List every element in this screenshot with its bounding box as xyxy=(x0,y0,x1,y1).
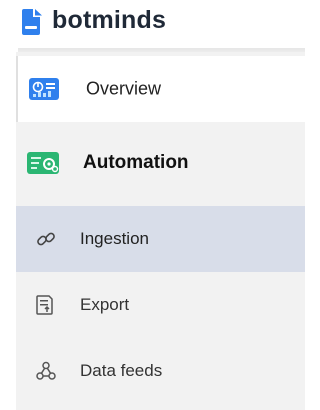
sidebar-item-label: Overview xyxy=(86,78,162,99)
sidebar-item-label: Ingestion xyxy=(80,229,149,248)
data-feeds-icon xyxy=(36,361,56,380)
link-icon xyxy=(37,232,55,246)
sidebar-item-overview[interactable]: Overview xyxy=(16,56,305,122)
sidebar-item-label: Export xyxy=(80,295,130,314)
brand-header: botminds xyxy=(0,0,305,48)
sidebar-item-data-feeds[interactable]: Data feeds xyxy=(16,338,305,404)
dashboard-icon xyxy=(29,78,59,100)
brand-name: botminds xyxy=(52,6,167,34)
sidebar-item-export[interactable]: Export xyxy=(16,272,305,338)
sidebar-item-label: Automation xyxy=(83,152,189,173)
document-logo-icon xyxy=(22,9,42,35)
automation-icon xyxy=(27,152,59,174)
sidebar-item-label: Data feeds xyxy=(80,361,163,380)
sidebar-item-ingestion[interactable]: Ingestion xyxy=(16,206,305,272)
export-icon xyxy=(36,295,53,315)
sidebar-item-automation[interactable]: Automation xyxy=(16,130,305,196)
